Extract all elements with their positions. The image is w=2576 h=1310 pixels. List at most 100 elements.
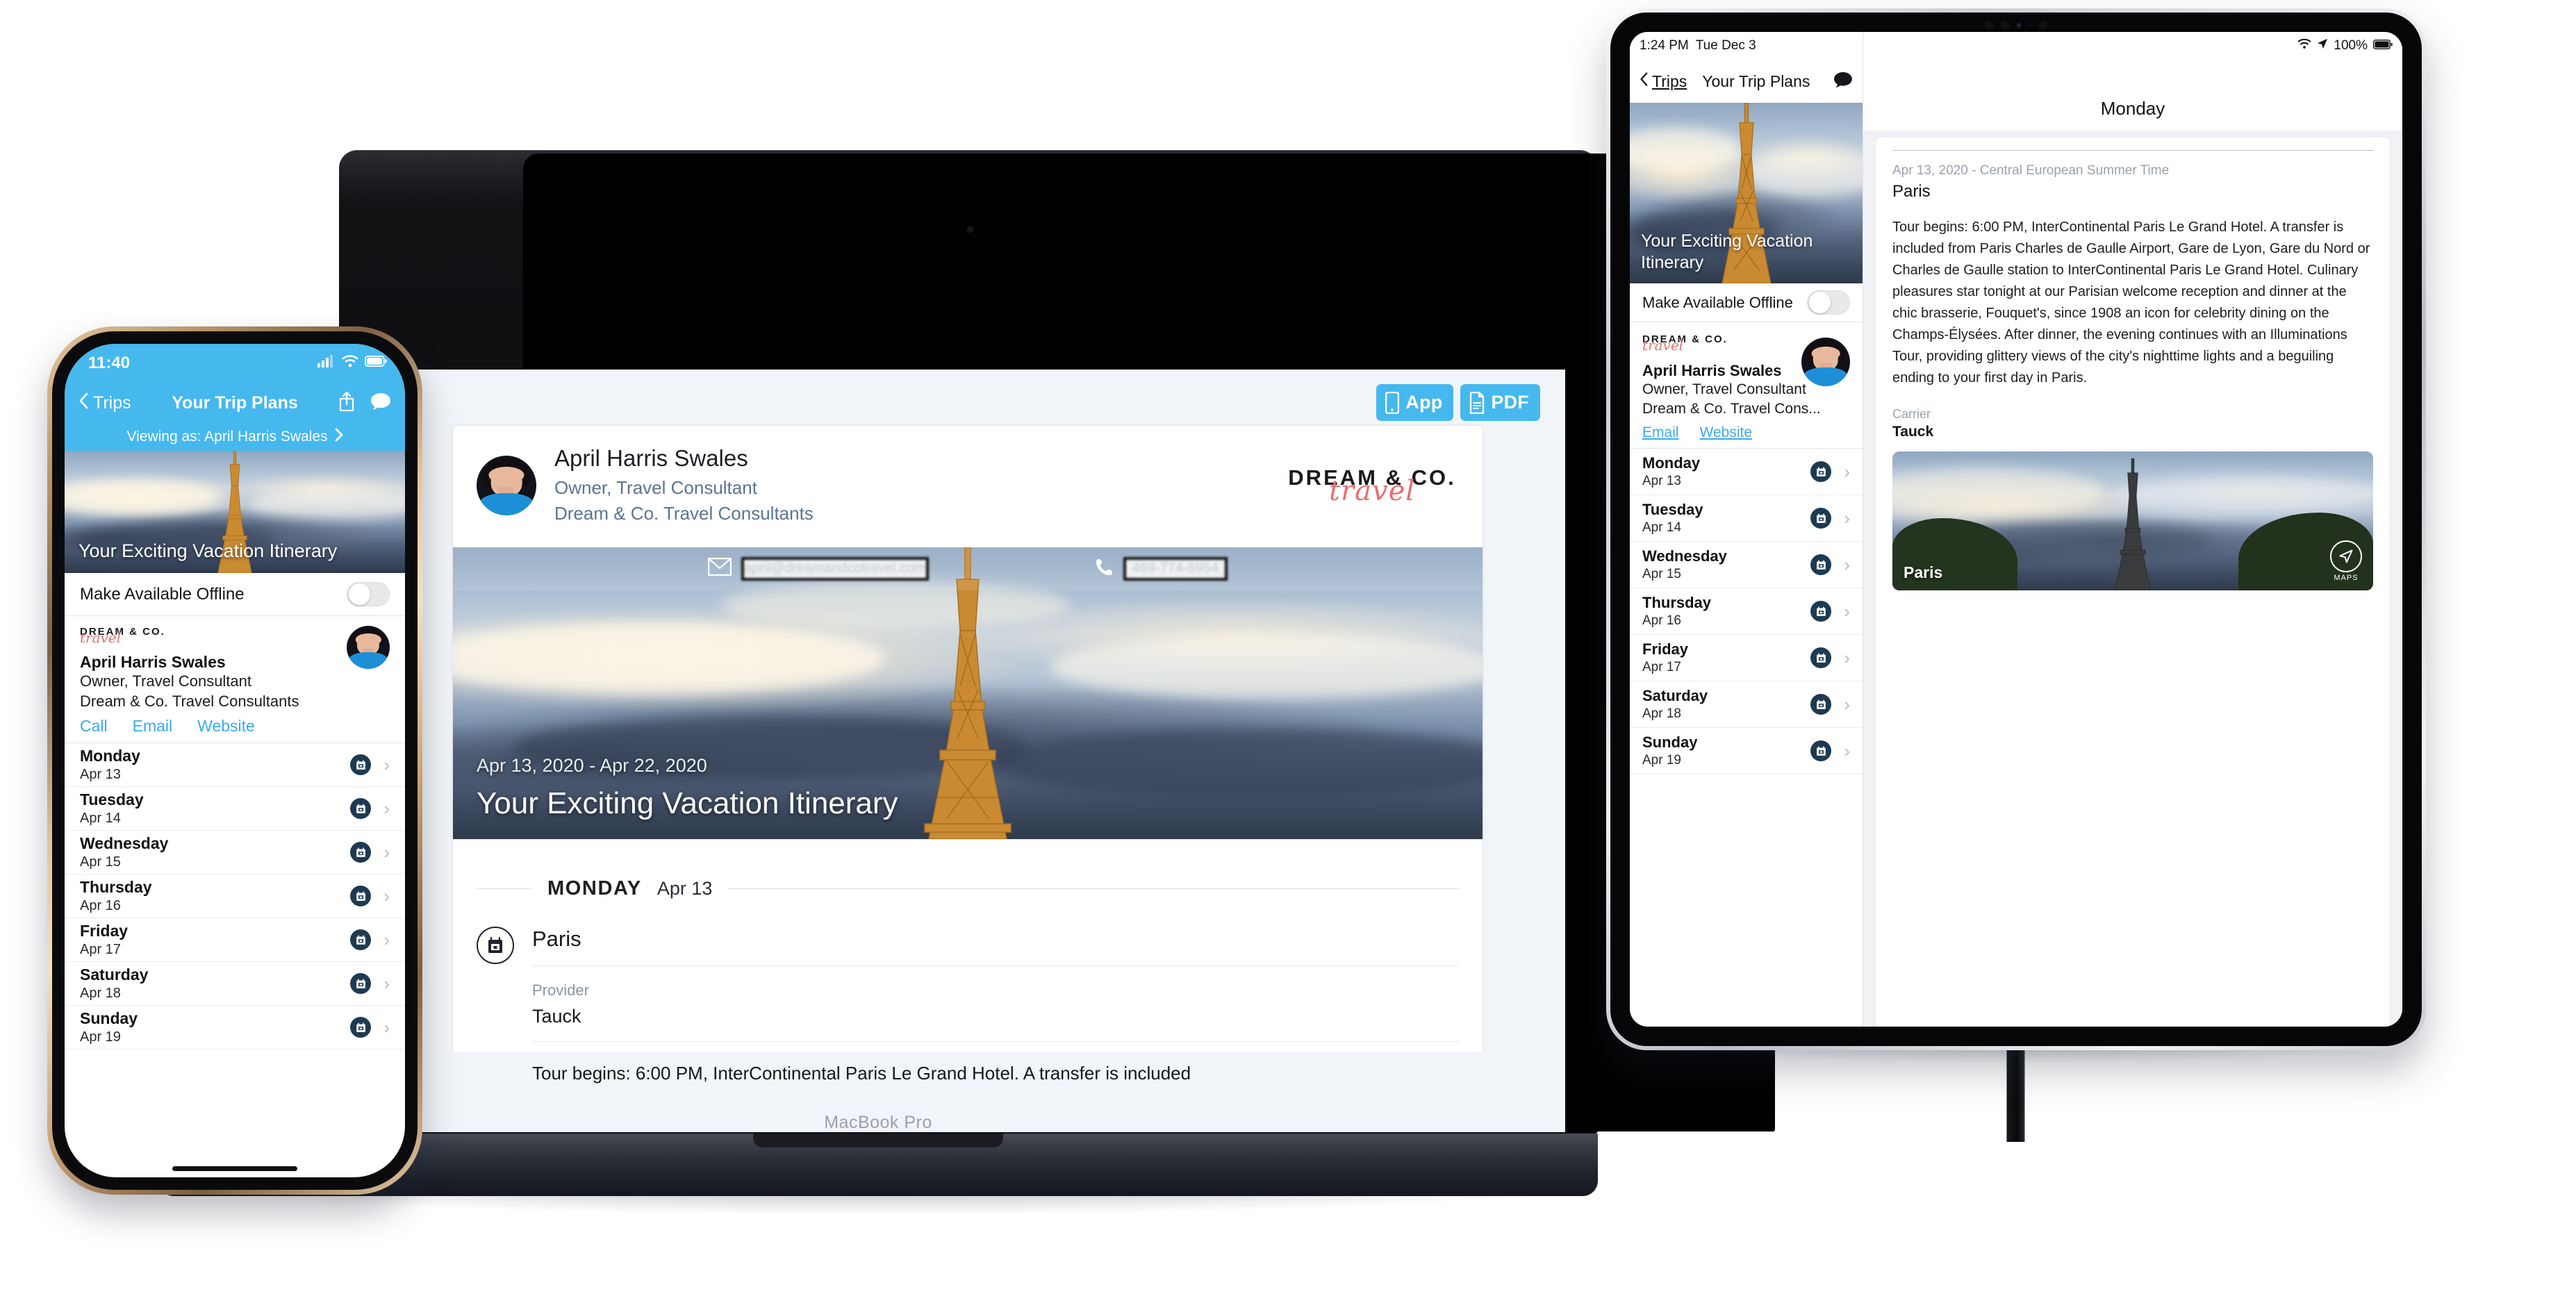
ipad-status-bar-right: 100%: [1863, 32, 2402, 60]
iphone-day-list: Monday Apr 13 › Tuesday Apr 14 › Wednesday…: [65, 743, 405, 1050]
calendar-icon[interactable]: [350, 929, 372, 951]
offline-toggle[interactable]: [1807, 290, 1850, 315]
agent-email-redacted: april@dreamandcotravel.com: [741, 556, 929, 581]
chevron-right-icon: ›: [383, 885, 390, 906]
share-icon[interactable]: [338, 391, 355, 415]
day-header: MONDAY Apr 13: [477, 840, 1459, 900]
calendar-icon[interactable]: [1810, 508, 1832, 529]
list-item[interactable]: Monday Apr 13 ›: [65, 743, 405, 788]
chat-icon[interactable]: [1833, 72, 1853, 92]
chevron-right-icon: ›: [383, 754, 390, 775]
segment-title: Paris: [1892, 182, 1931, 201]
maps-button[interactable]: MAPS: [2330, 540, 2362, 582]
laptop-screen: App PDF April Harris Swales Owner, Trave…: [370, 370, 1565, 1132]
website-link[interactable]: Website: [197, 717, 255, 736]
day-date: Apr 18: [1642, 706, 1681, 722]
avatar: [347, 626, 390, 669]
day-date: Apr 13: [1642, 474, 1681, 489]
ipad-camera-icon: [1984, 21, 2048, 30]
hero-banner: april@dreamandcotravel.com 469-774-6954 …: [453, 547, 1483, 839]
iphone-nav-bar: Trips Your Trip Plans: [65, 383, 405, 423]
iphone-screen: 11:40 Trips Your Trip Plans Viewing as: …: [65, 344, 405, 1177]
agent-company: Dream & Co. Travel Consultants: [554, 502, 814, 524]
ipad-hero-banner: Your Exciting Vacation Itinerary: [1630, 103, 1863, 283]
email-link[interactable]: Email: [133, 717, 173, 736]
offline-toggle-row[interactable]: Make Available Offline: [65, 573, 405, 616]
calendar-icon[interactable]: [1810, 740, 1832, 762]
list-item[interactable]: Saturday Apr 18 ›: [1630, 681, 1863, 729]
offline-label: Make Available Offline: [80, 584, 245, 604]
status-time: 1:24 PM: [1640, 38, 1689, 53]
location-arrow-icon: [2317, 38, 2328, 53]
segment-title: Paris: [532, 927, 1459, 966]
home-indicator[interactable]: [172, 1166, 297, 1171]
calendar-icon[interactable]: [1810, 694, 1832, 715]
chat-icon[interactable]: [370, 392, 391, 414]
back-button[interactable]: Trips: [1640, 72, 1687, 91]
list-item[interactable]: Tuesday Apr 14 ›: [1630, 495, 1863, 542]
ipad-nav-bar: Trips Your Trip Plans: [1630, 60, 1863, 103]
segment-field: Carrier Tauck: [1892, 407, 2373, 440]
website-link[interactable]: Website: [1700, 424, 1752, 441]
calendar-icon[interactable]: [1810, 554, 1832, 576]
list-item[interactable]: Wednesday Apr 15 ›: [65, 831, 405, 875]
segment-field-key: Carrier: [1892, 407, 1931, 421]
day-of-week: Friday: [1642, 640, 1689, 658]
list-item[interactable]: Saturday Apr 18 ›: [65, 962, 405, 1006]
day-of-week: Saturday: [80, 965, 149, 984]
day-of-week: Monday: [80, 747, 140, 765]
day-date: Apr 19: [1642, 753, 1681, 768]
iphone-hero-title: Your Exciting Vacation Itinerary: [79, 540, 338, 561]
calendar-icon[interactable]: [350, 973, 372, 995]
pdf-button[interactable]: PDF: [1460, 384, 1540, 421]
web-toolbar: App PDF: [370, 370, 1565, 425]
calendar-icon[interactable]: [350, 886, 372, 907]
day-date: Apr 13: [80, 767, 121, 783]
viewing-as-banner[interactable]: Viewing as: April Harris Swales: [65, 423, 405, 451]
agent-role: Owner, Travel Consultant: [554, 477, 757, 498]
phone-contact[interactable]: 469-774-6954: [1096, 556, 1228, 581]
day-date: Apr 15: [1642, 567, 1681, 582]
chevron-left-icon: [79, 392, 88, 414]
list-item[interactable]: Friday Apr 17 ›: [1630, 635, 1863, 682]
back-button[interactable]: Trips: [79, 392, 131, 414]
location-photo[interactable]: Paris MAPS: [1892, 451, 2373, 590]
calendar-icon[interactable]: [350, 798, 372, 820]
segment-field-value: Tauck: [1892, 424, 1934, 440]
calendar-icon[interactable]: [350, 754, 372, 776]
calendar-icon[interactable]: [350, 842, 372, 863]
day-date: Apr 19: [80, 1029, 121, 1045]
app-button[interactable]: App: [1376, 384, 1454, 421]
calendar-icon[interactable]: [350, 1017, 372, 1038]
call-link[interactable]: Call: [80, 717, 108, 736]
email-contact[interactable]: april@dreamandcotravel.com: [708, 556, 929, 581]
list-item[interactable]: Thursday Apr 16 ›: [65, 874, 405, 919]
chevron-right-icon: ›: [1844, 647, 1850, 668]
list-item[interactable]: Wednesday Apr 15 ›: [1630, 542, 1863, 589]
agent-company: Dream & Co. Travel Consultants: [80, 692, 299, 710]
list-item[interactable]: Monday Apr 13 ›: [1630, 449, 1863, 496]
segment-field: Provider Tauck: [532, 966, 1459, 1042]
day-date: Apr 18: [80, 986, 121, 1002]
offline-toggle[interactable]: [347, 582, 390, 606]
iphone-body: 11:40 Trips Your Trip Plans Viewing as: …: [52, 331, 418, 1190]
list-item[interactable]: Friday Apr 17 ›: [65, 918, 405, 963]
email-link[interactable]: Email: [1642, 424, 1679, 441]
list-item[interactable]: Sunday Apr 19 ›: [65, 1006, 405, 1050]
day-of-week: MONDAY: [547, 877, 642, 899]
offline-toggle-row[interactable]: Make Available Offline: [1630, 283, 1863, 322]
iphone-agent-card: DREAM & CO. travel April Harris Swales O…: [65, 616, 405, 743]
list-item[interactable]: Thursday Apr 16 ›: [1630, 588, 1863, 636]
calendar-icon[interactable]: [1810, 647, 1832, 669]
ipad-frame: 1:24 PM Tue Dec 3 Trips Your Trip Plans: [1606, 8, 2426, 1050]
avatar: [477, 456, 536, 516]
calendar-icon[interactable]: [1810, 461, 1832, 483]
list-item[interactable]: Tuesday Apr 14 ›: [65, 787, 405, 831]
list-item[interactable]: Sunday Apr 19 ›: [1630, 728, 1863, 775]
calendar-icon[interactable]: [1810, 601, 1832, 622]
day-date: Apr 16: [80, 898, 121, 914]
envelope-icon: [708, 558, 732, 579]
timezone-line: Apr 13, 2020 - Central European Summer T…: [1892, 163, 2170, 178]
day-date: Apr 16: [1642, 613, 1681, 629]
calendar-icon: [477, 926, 514, 964]
